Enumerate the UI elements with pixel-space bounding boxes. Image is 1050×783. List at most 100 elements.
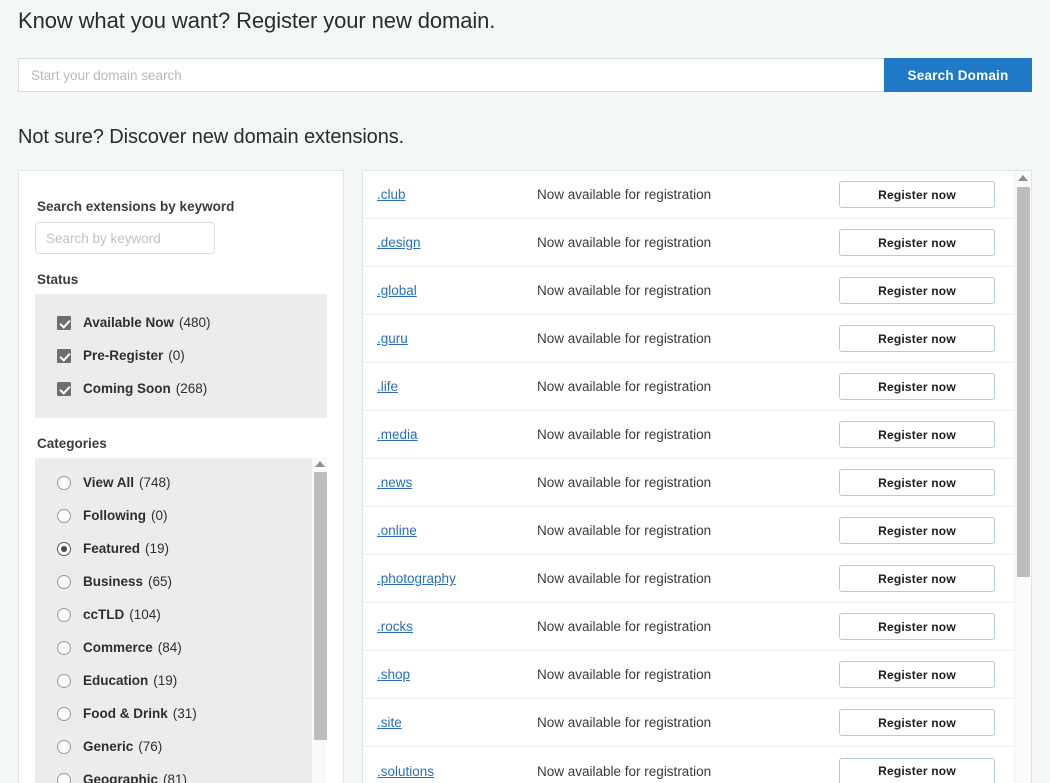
- tld-link[interactable]: .global: [377, 283, 537, 298]
- category-option-count: (748): [139, 475, 171, 490]
- category-option-count: (104): [129, 607, 161, 622]
- scroll-up-arrow-icon[interactable]: [315, 461, 325, 467]
- tld-link[interactable]: .club: [377, 187, 537, 202]
- tld-status-text: Now available for registration: [537, 715, 839, 730]
- radio-unselected-icon[interactable]: [57, 575, 71, 589]
- domain-search-bar: Search Domain: [18, 58, 1032, 92]
- tld-link[interactable]: .guru: [377, 331, 537, 346]
- tld-link[interactable]: .online: [377, 523, 537, 538]
- tld-status-text: Now available for registration: [537, 235, 839, 250]
- category-option-geographic[interactable]: Geographic(81): [35, 763, 327, 783]
- tld-link[interactable]: .photography: [377, 571, 537, 586]
- status-option-pre-register[interactable]: Pre-Register(0): [35, 339, 327, 372]
- keyword-search-input[interactable]: [35, 222, 215, 254]
- categories-scrollbar[interactable]: [311, 458, 327, 783]
- category-option-count: (19): [153, 673, 177, 688]
- category-option-commerce[interactable]: Commerce(84): [35, 631, 327, 664]
- category-option-label: Business: [83, 574, 143, 589]
- table-row: .guruNow available for registrationRegis…: [363, 315, 1014, 363]
- register-now-button[interactable]: Register now: [839, 613, 995, 640]
- register-now-button[interactable]: Register now: [839, 373, 995, 400]
- register-now-button[interactable]: Register now: [839, 469, 995, 496]
- radio-unselected-icon[interactable]: [57, 509, 71, 523]
- table-row: .siteNow available for registrationRegis…: [363, 699, 1014, 747]
- table-row: .photographyNow available for registrati…: [363, 555, 1014, 603]
- tld-link[interactable]: .site: [377, 715, 537, 730]
- domain-search-page: Know what you want? Register your new do…: [0, 0, 1050, 783]
- register-now-button[interactable]: Register now: [839, 325, 995, 352]
- register-now-button[interactable]: Register now: [839, 181, 995, 208]
- radio-unselected-icon[interactable]: [57, 674, 71, 688]
- status-option-coming-soon[interactable]: Coming Soon(268): [35, 372, 327, 405]
- register-now-button[interactable]: Register now: [839, 229, 995, 256]
- register-now-button[interactable]: Register now: [839, 565, 995, 592]
- status-option-count: (268): [176, 381, 208, 396]
- tld-status-text: Now available for registration: [537, 187, 839, 202]
- category-option-label: Food & Drink: [83, 706, 168, 721]
- category-option-count: (19): [145, 541, 169, 556]
- radio-unselected-icon[interactable]: [57, 641, 71, 655]
- status-heading: Status: [37, 272, 327, 287]
- categories-heading: Categories: [37, 436, 327, 451]
- extensions-results-panel: .clubNow available for registrationRegis…: [362, 170, 1032, 783]
- category-option-label: View All: [83, 475, 134, 490]
- category-option-label: Commerce: [83, 640, 153, 655]
- tld-link[interactable]: .media: [377, 427, 537, 442]
- register-now-button[interactable]: Register now: [839, 277, 995, 304]
- search-domain-button[interactable]: Search Domain: [884, 58, 1032, 92]
- category-option-business[interactable]: Business (65): [35, 565, 327, 598]
- category-option-food-drink[interactable]: Food & Drink (31): [35, 697, 327, 730]
- checkbox-checked-icon[interactable]: [57, 316, 71, 330]
- radio-unselected-icon[interactable]: [57, 740, 71, 754]
- category-option-label: Following: [83, 508, 146, 523]
- checkbox-checked-icon[interactable]: [57, 349, 71, 363]
- tld-status-text: Now available for registration: [537, 283, 839, 298]
- category-option-generic[interactable]: Generic(76): [35, 730, 327, 763]
- status-option-label: Pre-Register: [83, 348, 163, 363]
- table-row: .globalNow available for registrationReg…: [363, 267, 1014, 315]
- table-row: .clubNow available for registrationRegis…: [363, 171, 1014, 219]
- radio-selected-icon[interactable]: [57, 542, 71, 556]
- category-option-label: Generic: [83, 739, 133, 754]
- status-filter-group: Available Now(480)Pre-Register(0)Coming …: [35, 294, 327, 418]
- status-option-available-now[interactable]: Available Now(480): [35, 306, 327, 339]
- keyword-search-label: Search extensions by keyword: [37, 199, 327, 214]
- category-option-featured[interactable]: Featured(19): [35, 532, 327, 565]
- tld-status-text: Now available for registration: [537, 667, 839, 682]
- category-option-following[interactable]: Following (0): [35, 499, 327, 532]
- tld-link[interactable]: .design: [377, 235, 537, 250]
- table-row: .lifeNow available for registrationRegis…: [363, 363, 1014, 411]
- checkbox-checked-icon[interactable]: [57, 382, 71, 396]
- radio-unselected-icon[interactable]: [57, 707, 71, 721]
- category-option-cctld[interactable]: ccTLD(104): [35, 598, 327, 631]
- radio-unselected-icon[interactable]: [57, 608, 71, 622]
- tld-status-text: Now available for registration: [537, 379, 839, 394]
- table-row: .onlineNow available for registrationReg…: [363, 507, 1014, 555]
- tld-link[interactable]: .solutions: [377, 764, 537, 779]
- tld-link[interactable]: .news: [377, 475, 537, 490]
- table-row: .rocksNow available for registrationRegi…: [363, 603, 1014, 651]
- scrollbar-thumb[interactable]: [1017, 187, 1030, 577]
- results-scrollbar[interactable]: [1014, 171, 1031, 783]
- category-option-count: (65): [148, 574, 172, 589]
- register-now-button[interactable]: Register now: [839, 758, 995, 783]
- radio-unselected-icon[interactable]: [57, 476, 71, 490]
- category-option-education[interactable]: Education(19): [35, 664, 327, 697]
- tld-status-text: Now available for registration: [537, 331, 839, 346]
- category-option-view-all[interactable]: View All (748): [35, 466, 327, 499]
- scroll-up-arrow-icon[interactable]: [1018, 175, 1028, 181]
- section-subtitle: Not sure? Discover new domain extensions…: [18, 126, 404, 149]
- table-row: .mediaNow available for registrationRegi…: [363, 411, 1014, 459]
- tld-link[interactable]: .shop: [377, 667, 537, 682]
- scrollbar-thumb[interactable]: [314, 472, 327, 740]
- register-now-button[interactable]: Register now: [839, 421, 995, 448]
- tld-link[interactable]: .life: [377, 379, 537, 394]
- domain-search-input[interactable]: [18, 58, 884, 92]
- radio-unselected-icon[interactable]: [57, 773, 71, 783]
- register-now-button[interactable]: Register now: [839, 517, 995, 544]
- register-now-button[interactable]: Register now: [839, 709, 995, 736]
- category-option-count: (0): [151, 508, 168, 523]
- category-option-count: (31): [173, 706, 197, 721]
- register-now-button[interactable]: Register now: [839, 661, 995, 688]
- tld-link[interactable]: .rocks: [377, 619, 537, 634]
